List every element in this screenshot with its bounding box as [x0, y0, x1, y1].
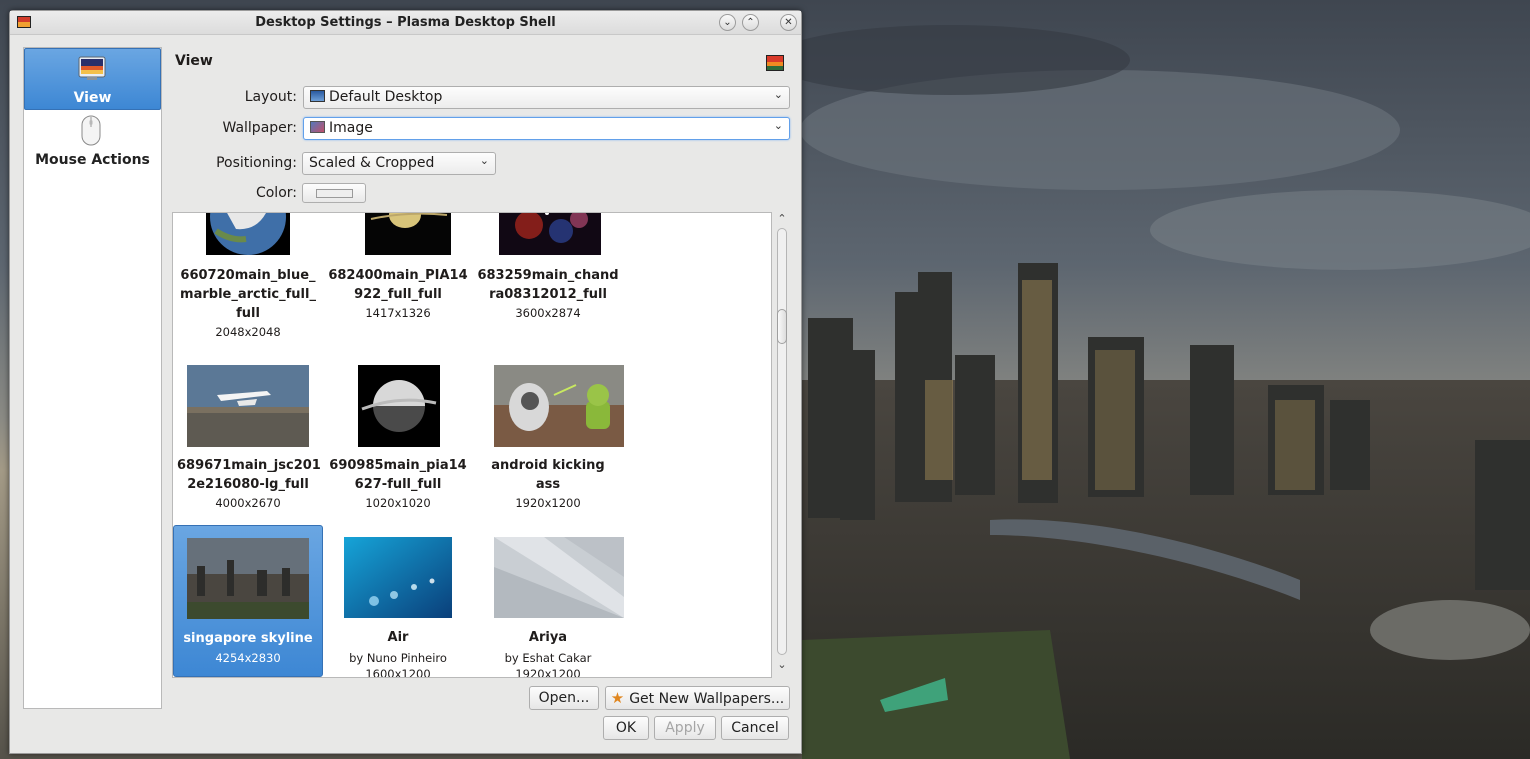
wallpaper-name: singapore skyline: [183, 631, 313, 646]
sidebar-item-label: View: [73, 90, 112, 106]
wallpaper-tile[interactable]: 682400main_PIA14 922_full_full 1417x1326: [323, 213, 473, 365]
wallpaper-name: 689671main_jsc201 2e216080-lg_full: [177, 458, 321, 492]
wallpaper-size: 4000x2670: [215, 496, 281, 510]
positioning-value: Scaled & Cropped: [309, 155, 435, 171]
positioning-select[interactable]: Scaled & Cropped ⌄: [302, 152, 496, 175]
monitor-icon: [78, 56, 106, 80]
cancel-button[interactable]: Cancel: [721, 716, 789, 740]
positioning-label: Positioning:: [216, 155, 297, 171]
color-label: Color:: [255, 185, 297, 201]
scroll-up-icon[interactable]: ⌃: [776, 212, 788, 225]
wallpaper-size: 4254x2830: [215, 651, 281, 665]
wallpaper-size: 1920x1200: [515, 667, 581, 678]
chevron-down-icon: ⌄: [479, 154, 489, 167]
wallpaper-name: 683259main_chand ra08312012_full: [477, 268, 619, 302]
wallpaper-tile[interactable]: 689671main_jsc201 2e216080-lg_full 4000x2…: [173, 363, 323, 515]
wallpaper-name: Ariya: [528, 630, 568, 645]
wallpaper-thumbnail: [494, 365, 624, 447]
wallpaper-label: Wallpaper:: [222, 120, 298, 136]
layout-select[interactable]: Default Desktop ⌄: [303, 86, 790, 109]
open-button[interactable]: Open...: [529, 686, 599, 710]
wallpaper-thumbnail: [187, 365, 309, 447]
desktop-icon: [310, 90, 325, 102]
ok-button[interactable]: OK: [603, 716, 649, 740]
sidebar-item-view[interactable]: View: [24, 48, 161, 110]
wallpaper-name: android kicking ass: [491, 458, 605, 492]
wallpaper-tile[interactable]: Air by Nuno Pinheiro 1600x1200: [323, 525, 473, 677]
page-title: View: [175, 53, 213, 69]
wallpaper-thumbnail: [344, 537, 452, 618]
wallpaper-name: 682400main_PIA14 922_full_full: [328, 268, 468, 302]
sidebar-item-mouse-actions[interactable]: Mouse Actions: [24, 111, 161, 173]
wallpaper-tile-selected[interactable]: singapore skyline 4254x2830: [173, 525, 323, 677]
wallpaper-thumbnail: [494, 537, 624, 618]
sidebar-item-label: Mouse Actions: [35, 152, 150, 168]
wallpaper-thumbnail: [499, 213, 601, 255]
wallpaper-size: 1020x1020: [365, 496, 431, 510]
wallpaper-select[interactable]: Image ⌄: [303, 117, 790, 140]
wallpaper-size: 1600x1200: [365, 667, 431, 678]
layout-value: Default Desktop: [329, 89, 443, 105]
apply-button[interactable]: Apply: [654, 716, 716, 740]
wallpaper-tile[interactable]: 690985main_pia14 627-full_full 1020x1020: [323, 363, 473, 515]
scroll-thumb[interactable]: [777, 309, 787, 344]
wallpaper-grid[interactable]: 660720main_blue_ marble_arctic_full_ full …: [172, 212, 772, 678]
get-new-label: Get New Wallpapers...: [629, 691, 785, 707]
color-swatch: [316, 189, 353, 198]
wallpaper-tile[interactable]: 660720main_blue_ marble_arctic_full_ full …: [173, 213, 323, 365]
layout-label: Layout:: [244, 89, 297, 105]
wallpaper-author: by Nuno Pinheiro: [349, 651, 447, 665]
window-title: Desktop Settings – Plasma Desktop Shell: [255, 15, 556, 30]
desktop-settings-window: Desktop Settings – Plasma Desktop Shell …: [9, 10, 802, 754]
wallpaper-value: Image: [329, 120, 373, 136]
wallpaper-thumbnail: [206, 213, 290, 255]
chevron-down-icon: ⌄: [773, 88, 783, 101]
wallpaper-thumbnail: [187, 538, 309, 619]
image-icon: [310, 121, 325, 133]
scroll-down-icon[interactable]: ⌄: [776, 658, 788, 671]
title-bar[interactable]: Desktop Settings – Plasma Desktop Shell …: [10, 11, 801, 35]
wallpaper-size: 1417x1326: [365, 306, 431, 320]
wallpaper-author: by Eshat Cakar: [504, 651, 592, 665]
star-icon: ★: [610, 689, 625, 707]
wallpaper-tile[interactable]: Ariya by Eshat Cakar 1920x1200: [473, 525, 624, 678]
wallpaper-size: 2048x2048: [215, 325, 281, 339]
chevron-down-icon: ⌄: [773, 119, 783, 132]
wallpaper-size: 3600x2874: [515, 306, 581, 320]
wallpaper-tile[interactable]: 683259main_chand ra08312012_full 3600x287…: [473, 213, 623, 365]
wallpaper-tile[interactable]: android kicking ass 1920x1200: [473, 363, 624, 515]
mouse-icon: [81, 115, 101, 146]
wallpaper-name: 660720main_blue_ marble_arctic_full_ full: [180, 268, 316, 321]
minimize-button[interactable]: ⌄: [719, 14, 736, 31]
get-new-wallpapers-button[interactable]: ★ Get New Wallpapers...: [605, 686, 790, 710]
color-picker-button[interactable]: [302, 183, 366, 203]
grid-scrollbar[interactable]: ⌃ ⌄: [774, 212, 790, 678]
wallpaper-thumbnail: [365, 213, 451, 255]
wallpaper-icon: [766, 55, 784, 71]
wallpaper-name: 690985main_pia14 627-full_full: [329, 458, 467, 492]
wallpaper-thumbnail: [358, 365, 440, 447]
settings-sidebar: View Mouse Actions: [23, 47, 162, 709]
wallpaper-size: 1920x1200: [515, 496, 581, 510]
wallpaper-name: Air: [387, 630, 409, 645]
maximize-button[interactable]: ⌃: [742, 14, 759, 31]
scroll-track[interactable]: [777, 228, 787, 655]
close-button[interactable]: ✕: [780, 14, 797, 31]
